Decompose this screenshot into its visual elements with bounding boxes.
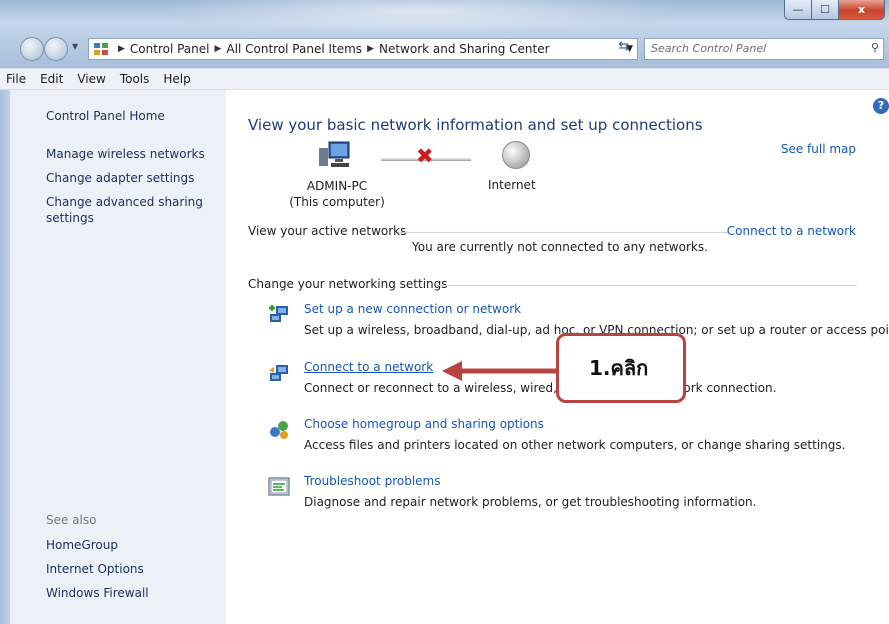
annotation-arrow-icon (442, 361, 556, 381)
internet-globe-icon (502, 141, 530, 169)
section-divider (398, 232, 728, 233)
sidebar-manage-wireless[interactable]: Manage wireless networks (46, 146, 216, 162)
page-title: View your basic network information and … (248, 116, 703, 134)
menu-tools[interactable]: Tools (120, 72, 150, 86)
maximize-button[interactable]: ☐ (812, 0, 839, 20)
breadcrumb: ▶ Control Panel ▶ All Control Panel Item… (113, 42, 550, 56)
sidebar-adapter-settings[interactable]: Change adapter settings (46, 170, 216, 186)
not-connected-message: You are currently not connected to any n… (412, 240, 708, 254)
help-icon[interactable]: ? (873, 98, 889, 114)
computer-name: ADMIN-PC (306, 179, 368, 193)
menu-file[interactable]: File (6, 72, 26, 86)
change-settings-heading: Change your networking settings (248, 277, 448, 291)
computer-label: ADMIN-PC (This computer) (282, 178, 392, 210)
troubleshoot-icon (268, 477, 290, 496)
sidebar-internet-options[interactable]: Internet Options (46, 561, 216, 577)
search-icon[interactable]: ⚲ (871, 41, 879, 54)
computer-icon (319, 141, 350, 167)
chevron-right-icon: ▶ (367, 44, 374, 54)
chevron-right-icon: ▶ (214, 44, 222, 54)
homegroup-icon (270, 421, 288, 439)
search-placeholder: Search Control Panel (651, 42, 767, 55)
address-bar[interactable]: ▶ Control Panel ▶ All Control Panel Item… (88, 38, 638, 60)
annotation-callout: 1.คลิก (556, 333, 686, 403)
main-content: ? View your basic network information an… (226, 90, 889, 624)
recent-pages-dropdown[interactable]: ▼ (72, 42, 82, 56)
back-button[interactable] (20, 37, 44, 61)
sidebar-windows-firewall[interactable]: Windows Firewall (46, 585, 216, 601)
refresh-icon[interactable]: ⇆ (612, 39, 636, 59)
troubleshoot-description: Diagnose and repair network problems, or… (304, 495, 757, 509)
menu-bar: File Edit View Tools Help (0, 68, 889, 90)
connect-network-icon (269, 365, 288, 381)
annotation-label: 1.คลิก (589, 356, 649, 380)
connect-network-task-link[interactable]: Connect to a network (304, 360, 433, 374)
new-connection-icon (269, 305, 288, 322)
section-divider (437, 285, 857, 286)
minimize-button[interactable]: — (784, 0, 812, 20)
sidebar-control-panel-home[interactable]: Control Panel Home (46, 108, 216, 124)
see-also-heading: See also (46, 513, 97, 527)
menu-help[interactable]: Help (163, 72, 190, 86)
menu-edit[interactable]: Edit (40, 72, 63, 86)
sidebar-advanced-sharing[interactable]: Change advanced sharing settings (46, 194, 216, 226)
title-glass (160, 0, 680, 34)
breadcrumb-all-items[interactable]: All Control Panel Items (226, 42, 362, 56)
new-connection-link[interactable]: Set up a new connection or network (304, 302, 521, 316)
window-frame (0, 90, 10, 624)
homegroup-link[interactable]: Choose homegroup and sharing options (304, 417, 544, 431)
sidebar-homegroup[interactable]: HomeGroup (46, 537, 216, 553)
chevron-right-icon: ▶ (118, 44, 125, 54)
close-button[interactable]: x (839, 0, 885, 20)
connect-network-link[interactable]: Connect to a network (727, 224, 856, 238)
homegroup-description: Access files and printers located on oth… (304, 438, 846, 452)
computer-sub: (This computer) (289, 195, 385, 209)
control-panel-icon (94, 43, 108, 55)
active-networks-heading: View your active networks (248, 224, 407, 238)
disconnected-x-icon: ✖ (416, 144, 434, 168)
breadcrumb-network-center[interactable]: Network and Sharing Center (379, 42, 550, 56)
sidebar: Control Panel Home Manage wireless netwo… (10, 90, 226, 624)
see-full-map-link[interactable]: See full map (781, 142, 856, 156)
internet-label: Internet (488, 178, 536, 192)
troubleshoot-link[interactable]: Troubleshoot problems (304, 474, 440, 488)
connect-network-description: Connect or reconnect to a wireless, wire… (304, 381, 777, 395)
search-input[interactable]: Search Control Panel ⚲ (644, 38, 884, 60)
window-controls: — ☐ x (784, 0, 885, 20)
breadcrumb-control-panel[interactable]: Control Panel (130, 42, 210, 56)
navigation-bar: ▼ ▶ Control Panel ▶ All Control Panel It… (0, 36, 889, 62)
forward-button[interactable] (44, 37, 68, 61)
menu-view[interactable]: View (77, 72, 105, 86)
